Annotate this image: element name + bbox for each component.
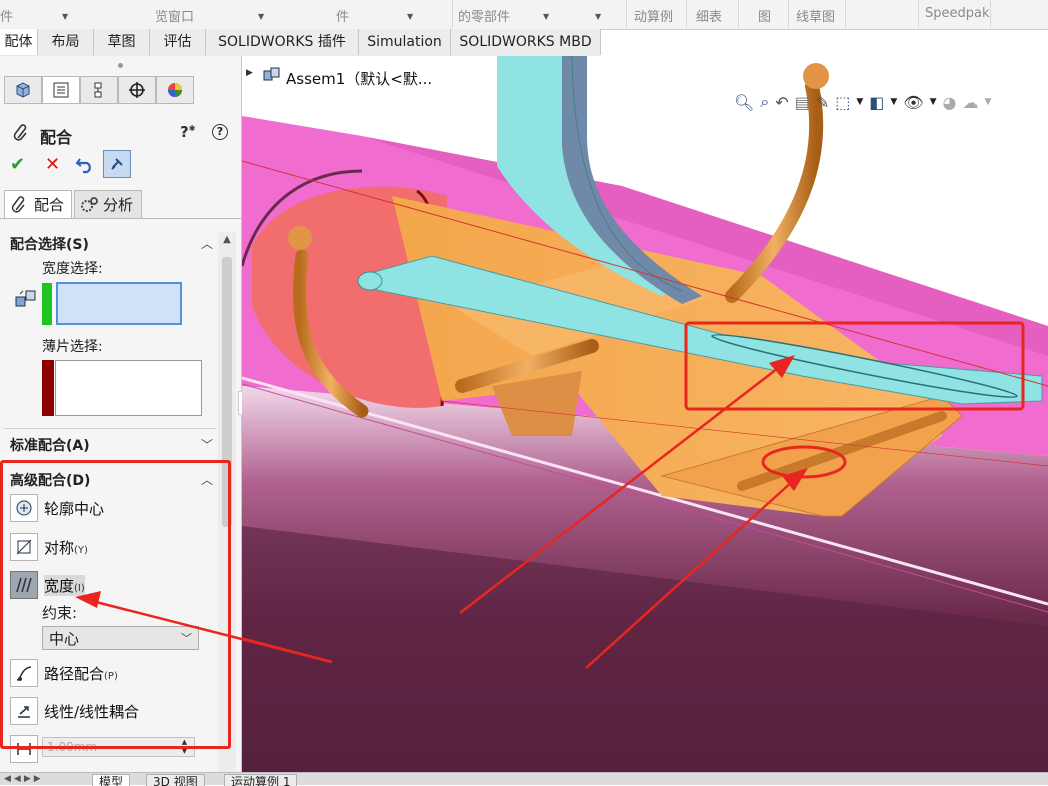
ribbon-item[interactable]: 件 — [0, 6, 13, 25]
ribbon-item[interactable]: 览窗口 — [155, 6, 194, 25]
tab-motion-study[interactable]: 运动算例 1 — [224, 774, 298, 786]
ribbon-item[interactable]: 图 — [758, 6, 771, 25]
bottom-tabs-bar: ◀◀▶▶ 模型 3D 视图 运动算例 1 — [0, 772, 1048, 786]
zoom-area-icon[interactable]: ⌕ — [760, 92, 769, 112]
chevron-down-icon[interactable]: ﹀ — [201, 436, 213, 453]
hide-show-icon[interactable]: 👁︎ — [903, 93, 923, 112]
heads-up-toolbar: 🔍︎ ⌕ ↶ ▤ ✎ ⬚ ▼ ◧ ▼ 👁︎ ▼ ◕ ☁︎ ▼ — [734, 92, 991, 112]
dropdown-arrow-icon[interactable]: ▼ — [62, 12, 68, 21]
feature-manager-tab[interactable] — [4, 76, 42, 104]
ribbon-item[interactable]: Speedpak — [925, 6, 990, 21]
view-orientation-icon[interactable]: ⬚ — [835, 93, 850, 112]
dropdown-arrow-icon[interactable]: ▼ — [407, 12, 413, 21]
tab-model[interactable]: 模型 — [92, 774, 131, 786]
feature-manager-icon — [16, 82, 30, 98]
annotation-arrows — [242, 321, 1025, 669]
graphics-area[interactable]: ▶ Assem1（默认<默... 🔍︎ ⌕ ↶ ▤ ✎ ⬚ ▼ ◧ ▼ 👁︎ ▼… — [242, 56, 1048, 772]
panel-title: 配合 — [40, 128, 73, 147]
property-manager: 配合 ?✱ ? ✔ ✕ 配合 分析 ▲ ◦ 配合选择(S) ︿ 宽度选择: 薄片… — [0, 56, 250, 772]
configuration-manager-tab[interactable] — [80, 76, 118, 104]
tab-evaluate[interactable]: 评估 — [150, 29, 206, 55]
width-selection-box[interactable] — [56, 282, 182, 325]
panel-grip[interactable] — [118, 63, 123, 68]
ribbon-item[interactable]: 的零部件 — [458, 6, 510, 25]
tree-root-label[interactable]: Assem1（默认<默... — [286, 68, 432, 89]
section-view-icon[interactable]: ▤ — [795, 93, 810, 112]
scene-icon[interactable]: ☁︎ — [963, 93, 979, 112]
dropdown-arrow-icon[interactable]: ▼ — [258, 12, 264, 21]
display-style-icon[interactable]: ◧ — [869, 93, 884, 112]
undo-icon[interactable] — [74, 153, 96, 179]
tab-assembly[interactable]: 配体 — [0, 29, 38, 55]
ok-check-icon[interactable]: ✔ — [10, 154, 25, 175]
dropdown-arrow-icon[interactable]: ▼ — [856, 97, 863, 107]
ribbon-item[interactable]: 线草图 — [796, 6, 835, 25]
appearance-icon[interactable]: ◕ — [943, 93, 957, 112]
mate-selection-header[interactable]: 配合选择(S) — [10, 234, 89, 254]
standard-mates-header[interactable]: 标准配合(A) — [10, 435, 90, 455]
expand-arrow-icon[interactable]: ▶ — [246, 68, 253, 78]
color-wheel-icon — [168, 83, 182, 97]
tab-3d-views[interactable]: 3D 视图 — [146, 774, 205, 786]
paperclip-icon — [12, 124, 30, 146]
command-ribbon: 件 ▼ 览窗口 ▼ 件 ▼ 的零部件 ▼ ▼ 动算例 细表 图 线草图 Spee… — [0, 0, 1048, 30]
tab-selection-box[interactable] — [55, 360, 202, 416]
tab-layout[interactable]: 布局 — [38, 29, 94, 55]
command-tabs: 配体 布局 草图 评估 SOLIDWORKS 插件 Simulation SOL… — [0, 29, 601, 57]
display-manager-tab[interactable] — [156, 76, 194, 104]
dropdown-arrow-icon[interactable]: ▼ — [930, 97, 937, 107]
help-icon[interactable]: ?✱ — [180, 123, 195, 141]
help-circle-icon[interactable]: ? — [212, 124, 228, 140]
cancel-x-icon[interactable]: ✕ — [45, 154, 60, 175]
dynamic-annotation-icon[interactable]: ✎ — [816, 93, 829, 112]
property-manager-tab[interactable] — [42, 76, 80, 104]
width-selection-icon — [14, 288, 38, 314]
tab-simulation[interactable]: Simulation — [359, 29, 451, 55]
dimxpert-tab[interactable] — [118, 76, 156, 104]
tab-mbd[interactable]: SOLIDWORKS MBD — [451, 29, 601, 55]
ribbon-item[interactable]: 细表 — [696, 6, 722, 25]
configuration-icon — [94, 82, 102, 98]
subtab-analysis[interactable]: 分析 — [74, 190, 142, 218]
tab-scroll-arrows[interactable]: ◀◀▶▶ — [4, 774, 44, 784]
subtab-mates[interactable]: 配合 — [4, 190, 72, 218]
zoom-to-fit-icon[interactable]: 🔍︎ — [734, 93, 754, 112]
paperclip-icon — [11, 195, 25, 213]
crosshair-icon — [129, 82, 145, 98]
assembly-icon — [262, 66, 282, 88]
color-swatch-darkred — [42, 360, 54, 416]
gears-icon — [81, 196, 98, 212]
property-list-icon — [53, 82, 69, 98]
ribbon-item[interactable]: 件 — [336, 6, 349, 25]
tab-sketch[interactable]: 草图 — [94, 29, 150, 55]
previous-view-icon[interactable]: ↶ — [775, 93, 788, 112]
tab-selection-label: 薄片选择: — [42, 339, 103, 355]
dropdown-arrow-icon[interactable]: ▼ — [595, 12, 601, 21]
chevron-up-icon[interactable]: ︿ — [201, 235, 213, 252]
dropdown-arrow-icon[interactable]: ▼ — [890, 97, 897, 107]
ribbon-item[interactable]: 动算例 — [634, 6, 673, 25]
dropdown-arrow-icon[interactable]: ▼ — [985, 97, 992, 107]
pushpin-button[interactable] — [103, 150, 131, 178]
width-selection-label: 宽度选择: — [42, 261, 103, 277]
pushpin-icon — [111, 158, 123, 170]
color-swatch-green — [42, 283, 52, 325]
annotation-highlight-box — [0, 460, 231, 749]
tab-addins[interactable]: SOLIDWORKS 插件 — [206, 29, 359, 55]
dropdown-arrow-icon[interactable]: ▼ — [543, 12, 549, 21]
